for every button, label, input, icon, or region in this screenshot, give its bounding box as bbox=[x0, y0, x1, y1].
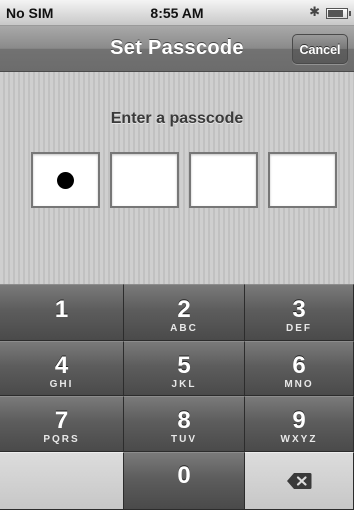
passcode-screen: No SIM 8:55 AM ✱ Set Passcode Cancel Ent… bbox=[0, 0, 354, 510]
passcode-digit-box-3[interactable] bbox=[189, 152, 258, 208]
passcode-digit-box-1[interactable] bbox=[31, 152, 100, 208]
key-number: 1 bbox=[54, 296, 69, 323]
key-0[interactable]: 0 bbox=[124, 452, 245, 510]
key-letters: DEF bbox=[286, 323, 312, 334]
key-letters: TUV bbox=[171, 434, 197, 445]
key-letters: GHI bbox=[49, 379, 74, 390]
key-letters: WXYZ bbox=[280, 434, 318, 445]
key-number: 9 bbox=[292, 407, 306, 434]
key-number: 3 bbox=[292, 296, 306, 323]
key-number: 5 bbox=[177, 352, 191, 379]
key-3[interactable]: 3 DEF bbox=[245, 284, 354, 341]
key-number: 8 bbox=[177, 407, 191, 434]
key-2[interactable]: 2 ABC bbox=[124, 284, 245, 341]
key-letters: PQRS bbox=[43, 434, 80, 445]
key-letters: ABC bbox=[170, 323, 198, 334]
delete-button[interactable] bbox=[245, 452, 354, 510]
key-5[interactable]: 5 JKL bbox=[124, 341, 245, 396]
key-letters: MNO bbox=[284, 379, 314, 390]
key-6[interactable]: 6 MNO bbox=[245, 341, 354, 396]
key-number: 0 bbox=[177, 462, 191, 489]
key-8[interactable]: 8 TUV bbox=[124, 396, 245, 452]
status-indicators: ✱ bbox=[309, 5, 351, 20]
backspace-icon bbox=[287, 473, 312, 489]
status-bar: No SIM 8:55 AM ✱ bbox=[0, 0, 354, 26]
key-4[interactable]: 4 GHI bbox=[0, 341, 124, 396]
navigation-bar: Set Passcode Cancel bbox=[0, 26, 354, 72]
blank-key bbox=[0, 452, 124, 510]
passcode-digit-box-4[interactable] bbox=[268, 152, 337, 208]
passcode-prompt: Enter a passcode bbox=[110, 110, 244, 127]
cancel-button[interactable]: Cancel bbox=[292, 34, 348, 64]
bluetooth-icon: ✱ bbox=[309, 5, 320, 20]
numeric-keypad: 1 2 ABC 3 DEF 4 GHI 5 JKL 6 MNO 7 PQRS 8 bbox=[0, 284, 354, 510]
battery-icon bbox=[326, 7, 351, 19]
key-number: 2 bbox=[177, 296, 191, 323]
clock: 8:55 AM bbox=[150, 5, 204, 21]
key-letters: JKL bbox=[171, 379, 197, 390]
battery-level bbox=[328, 9, 344, 17]
key-7[interactable]: 7 PQRS bbox=[0, 396, 124, 452]
passcode-entry-area: Enter a passcode bbox=[0, 72, 354, 284]
key-number: 6 bbox=[292, 352, 306, 379]
key-number: 4 bbox=[54, 352, 69, 379]
key-1[interactable]: 1 bbox=[0, 284, 124, 341]
key-9[interactable]: 9 WXYZ bbox=[245, 396, 354, 452]
passcode-digit-box-2[interactable] bbox=[110, 152, 179, 208]
passcode-dot bbox=[57, 171, 74, 189]
key-number: 7 bbox=[54, 407, 69, 434]
